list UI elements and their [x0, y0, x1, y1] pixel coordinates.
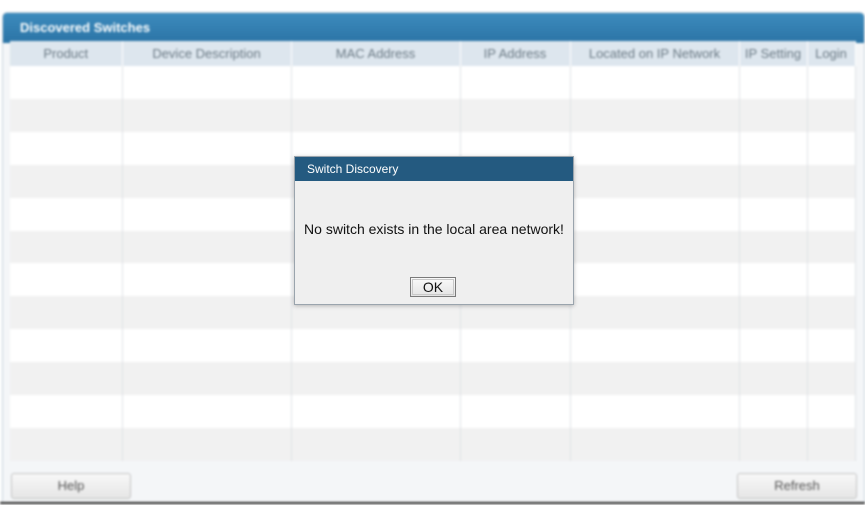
column-header-ip-setting[interactable]: IP Setting: [739, 41, 808, 66]
table-cell: [122, 197, 292, 231]
table-cell: [122, 296, 292, 330]
table-cell: [807, 362, 856, 396]
table-cell: [807, 427, 856, 461]
table-cell: [739, 98, 808, 132]
table-row[interactable]: [10, 329, 856, 363]
table-row[interactable]: [10, 427, 856, 461]
table-cell: [122, 427, 292, 461]
help-button[interactable]: Help: [11, 473, 131, 499]
table-cell: [460, 98, 571, 132]
table-header-row: Product Device Description MAC Address I…: [10, 41, 856, 66]
table-cell: [10, 98, 123, 132]
table-cell: [739, 427, 808, 461]
table-cell: [807, 296, 856, 330]
table-row[interactable]: [10, 362, 856, 396]
table-cell: [291, 66, 461, 99]
table-cell: [291, 395, 461, 428]
table-cell: [570, 296, 740, 330]
table-row[interactable]: [10, 66, 856, 99]
table-cell: [739, 66, 808, 99]
table-cell: [739, 131, 808, 165]
table-cell: [10, 66, 123, 99]
table-cell: [291, 362, 461, 396]
table-cell: [570, 329, 740, 363]
table-cell: [460, 427, 571, 461]
window-bottom-border: [0, 502, 865, 504]
column-header-located-on-ip-network[interactable]: Located on IP Network: [570, 41, 740, 66]
table-cell: [739, 263, 808, 297]
table-row[interactable]: [10, 98, 856, 132]
table-cell: [807, 164, 856, 198]
table-cell: [10, 164, 123, 198]
dialog-title: Switch Discovery: [295, 157, 573, 181]
table-cell: [10, 197, 123, 231]
table-cell: [122, 362, 292, 396]
table-cell: [122, 395, 292, 428]
table-cell: [291, 427, 461, 461]
table-cell: [10, 296, 123, 330]
table-cell: [570, 362, 740, 396]
table-cell: [807, 263, 856, 297]
table-cell: [122, 66, 292, 99]
table-cell: [460, 362, 571, 396]
table-cell: [570, 98, 740, 132]
table-cell: [807, 98, 856, 132]
table-cell: [570, 197, 740, 231]
table-cell: [807, 395, 856, 428]
table-cell: [807, 230, 856, 264]
table-cell: [570, 131, 740, 165]
table-cell: [122, 98, 292, 132]
table-cell: [10, 362, 123, 396]
table-cell: [807, 329, 856, 363]
dialog-message: No switch exists in the local area netwo…: [304, 221, 564, 237]
table-cell: [570, 395, 740, 428]
table-cell: [10, 131, 123, 165]
table-cell: [291, 329, 461, 363]
table-cell: [122, 164, 292, 198]
table-cell: [460, 66, 571, 99]
panel-title: Discovered Switches: [3, 13, 864, 43]
table-cell: [807, 197, 856, 231]
table-cell: [460, 395, 571, 428]
table-cell: [739, 164, 808, 198]
table-cell: [10, 230, 123, 264]
refresh-button[interactable]: Refresh: [737, 473, 857, 499]
column-header-product[interactable]: Product: [10, 41, 123, 66]
table-cell: [570, 66, 740, 99]
table-cell: [10, 263, 123, 297]
table-cell: [570, 230, 740, 264]
table-cell: [807, 66, 856, 99]
table-cell: [460, 329, 571, 363]
table-cell: [122, 263, 292, 297]
switch-discovery-dialog: Switch Discovery No switch exists in the…: [294, 156, 574, 305]
table-cell: [739, 395, 808, 428]
table-cell: [10, 427, 123, 461]
table-cell: [739, 329, 808, 363]
table-cell: [739, 230, 808, 264]
table-cell: [739, 197, 808, 231]
table-cell: [570, 427, 740, 461]
table-cell: [739, 296, 808, 330]
column-header-ip-address[interactable]: IP Address: [460, 41, 571, 66]
table-cell: [122, 230, 292, 264]
column-header-mac-address[interactable]: MAC Address: [291, 41, 461, 66]
table-cell: [10, 329, 123, 363]
table-row[interactable]: [10, 395, 856, 428]
column-header-device-description[interactable]: Device Description: [122, 41, 292, 66]
table-cell: [291, 98, 461, 132]
table-cell: [570, 263, 740, 297]
column-header-login[interactable]: Login: [807, 41, 856, 66]
table-cell: [739, 362, 808, 396]
table-cell: [807, 131, 856, 165]
table-cell: [122, 131, 292, 165]
table-cell: [10, 395, 123, 428]
ok-button[interactable]: OK: [410, 277, 456, 297]
table-cell: [570, 164, 740, 198]
table-cell: [122, 329, 292, 363]
